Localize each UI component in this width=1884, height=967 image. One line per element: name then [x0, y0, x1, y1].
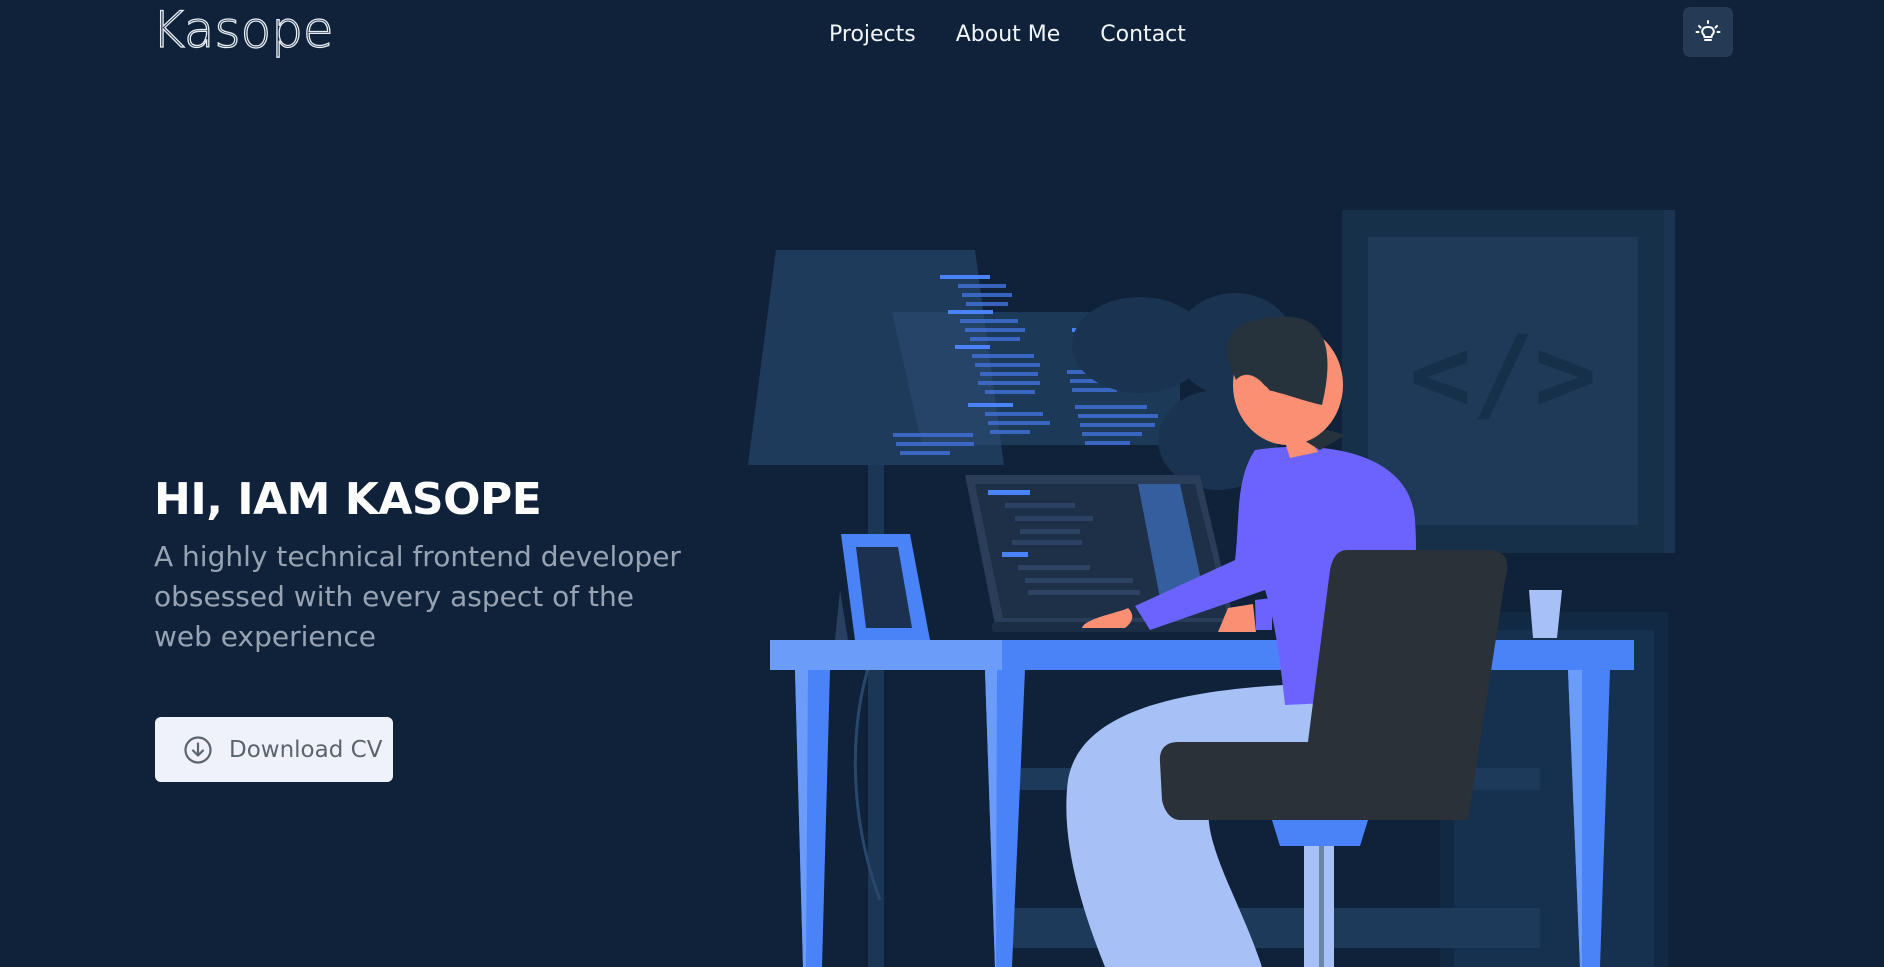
code-tag-text: </>	[1409, 313, 1597, 435]
developer-illustration: </>	[748, 210, 1675, 967]
